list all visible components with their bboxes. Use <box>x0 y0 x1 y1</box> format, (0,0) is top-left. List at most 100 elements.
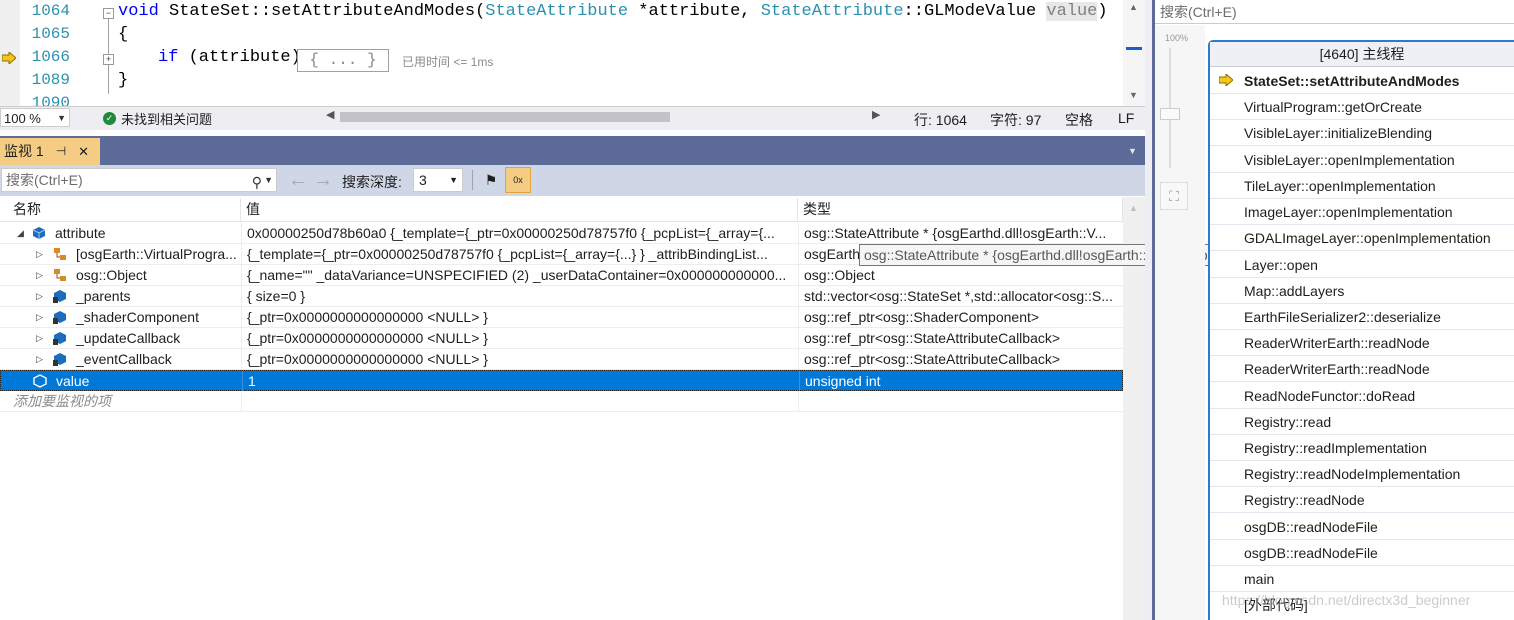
zoom-dropdown[interactable]: 100 % ▼ <box>0 108 70 127</box>
line-indicator[interactable]: 行: 1064 <box>914 110 967 130</box>
protected-field-icon <box>53 332 66 345</box>
pin-icon[interactable]: ⊣ <box>56 138 66 165</box>
stack-frame[interactable]: Registry::readNodeImplementation <box>1210 461 1514 487</box>
stack-frame[interactable]: Registry::read <box>1210 409 1514 435</box>
issues-text: 未找到相关问题 <box>121 112 213 127</box>
line-number: 1089 <box>31 71 70 89</box>
code-line-1089[interactable]: } <box>118 71 128 90</box>
watch-row[interactable]: ▷ _parents { size=0 } std::vector<osg::S… <box>0 286 1123 307</box>
expand-arrow-icon[interactable]: ▷ <box>36 349 43 369</box>
watch-row[interactable]: ▷ _shaderComponent {_ptr=0x0000000000000… <box>0 307 1123 328</box>
expand-toggle[interactable]: + <box>103 54 114 65</box>
tab-watch-1[interactable]: 监视 1 ⊣ ✕ <box>0 138 100 165</box>
stack-frame[interactable]: Registry::readNode <box>1210 487 1514 513</box>
tab-label: 监视 1 <box>4 143 44 159</box>
search-icon[interactable]: ⚲ <box>252 171 262 193</box>
scroll-right-icon[interactable]: ▶ <box>872 108 880 121</box>
scroll-up-icon[interactable]: ▲ <box>1129 203 1138 213</box>
line-number: 1065 <box>31 25 70 43</box>
scroll-position-marker <box>1126 47 1142 50</box>
callstack-search-input[interactable]: 搜索(Ctrl+E) <box>1155 0 1514 24</box>
line-number: 1090 <box>31 94 70 106</box>
watch-row[interactable]: ▷ _eventCallback {_ptr=0x000000000000000… <box>0 349 1123 370</box>
collapsed-block[interactable]: { ... } <box>297 49 389 72</box>
column-header-type[interactable]: 类型 <box>798 198 1123 221</box>
stack-frame[interactable]: ImageLayer::openImplementation <box>1210 199 1514 225</box>
eol-indicator[interactable]: LF <box>1118 110 1134 126</box>
issues-indicator[interactable]: ✓ 未找到相关问题 <box>103 109 212 128</box>
object-cube-icon <box>32 227 46 239</box>
stack-frame[interactable]: ReadNodeFunctor::doRead <box>1210 383 1514 409</box>
code-line-1065[interactable]: { <box>118 25 128 44</box>
scroll-up-icon[interactable]: ▲ <box>1129 2 1138 12</box>
stack-frame[interactable]: GDALImageLayer::openImplementation <box>1210 225 1514 251</box>
search-back-arrow-icon[interactable]: ← <box>288 169 308 192</box>
search-forward-arrow-icon[interactable]: → <box>313 169 333 192</box>
watch-row-selected[interactable]: value 1 unsigned int <box>0 370 1123 391</box>
spacing-indicator[interactable]: 空格 <box>1065 110 1093 130</box>
code-editor[interactable]: 1064 1065 1066 1089 1090 − + void StateS… <box>0 0 1145 106</box>
watch-row[interactable]: ▷ osg::Object {_name="" _dataVariance=UN… <box>0 265 1123 286</box>
watch-window-titlebar <box>0 136 1145 165</box>
chevron-down-icon: ▼ <box>449 175 458 185</box>
char-indicator[interactable]: 字符: 97 <box>990 110 1041 130</box>
hex-display-toggle-icon[interactable]: 0x <box>505 167 531 193</box>
watch-row[interactable]: ◢ attribute 0x00000250d78b60a0 {_templat… <box>0 223 1123 244</box>
base-class-icon <box>54 248 66 260</box>
scroll-left-icon[interactable]: ◀ <box>326 108 334 121</box>
stack-frame[interactable]: ReaderWriterEarth::readNode <box>1210 356 1514 382</box>
zoom-level-label: 100% <box>1165 33 1189 43</box>
stack-frame[interactable]: VirtualProgram::getOrCreate <box>1210 94 1514 120</box>
protected-field-icon <box>53 353 66 366</box>
expand-arrow-icon[interactable]: ▷ <box>36 265 43 285</box>
add-watch-row[interactable]: 添加要监视的项 <box>0 391 1123 412</box>
chevron-down-icon: ▼ <box>57 113 66 123</box>
current-statement-arrow-icon <box>2 52 16 64</box>
fit-to-window-icon[interactable]: ⛶ <box>1160 182 1188 210</box>
stack-frame[interactable]: VisibleLayer::initializeBlending <box>1210 120 1514 146</box>
stack-frame[interactable]: osgDB::readNodeFile <box>1210 514 1514 540</box>
collapse-toggle[interactable]: − <box>103 8 114 19</box>
local-variable-icon <box>33 374 47 388</box>
expand-arrow-icon[interactable]: ▷ <box>36 244 43 264</box>
stack-frame[interactable]: TileLayer::openImplementation <box>1210 173 1514 199</box>
watermark: https://blog.csdn.net/directx3d_beginner <box>1222 592 1471 608</box>
watch-row[interactable]: ▷ _updateCallback {_ptr=0x00000000000000… <box>0 328 1123 349</box>
chevron-down-icon[interactable]: ▼ <box>264 169 273 191</box>
stack-frame-current[interactable]: StateSet::setAttributeAndModes <box>1210 68 1514 94</box>
stack-frame[interactable]: Map::addLayers <box>1210 278 1514 304</box>
collapse-arrow-icon[interactable]: ◢ <box>17 223 24 243</box>
editor-vertical-scrollbar[interactable]: ▲ ▼ <box>1123 0 1145 106</box>
horizontal-scrollbar-thumb[interactable] <box>340 112 670 122</box>
column-header-value[interactable]: 值 <box>241 198 798 221</box>
stack-frame[interactable]: Registry::readImplementation <box>1210 435 1514 461</box>
thread-header[interactable]: [4640] 主线程 <box>1210 42 1514 67</box>
toolbar-separator <box>472 170 473 190</box>
header-divider <box>0 221 1123 222</box>
code-line-1066[interactable]: if (attribute) <box>158 48 301 67</box>
stack-frame[interactable]: EarthFileSerializer2::deserialize <box>1210 304 1514 330</box>
line-number: 1066 <box>31 48 70 66</box>
code-line-1064[interactable]: void StateSet::setAttributeAndModes(Stat… <box>118 2 1108 21</box>
stack-frame[interactable]: osgDB::readNodeFile <box>1210 540 1514 566</box>
protected-field-icon <box>53 311 66 324</box>
stack-frame[interactable]: VisibleLayer::openImplementation <box>1210 147 1514 173</box>
close-icon[interactable]: ✕ <box>78 138 89 165</box>
stack-frame[interactable]: Layer::open <box>1210 252 1514 278</box>
search-depth-dropdown[interactable]: 3 ▼ <box>413 168 463 192</box>
expand-arrow-icon[interactable]: ▷ <box>36 307 43 327</box>
line-number: 1064 <box>31 2 70 20</box>
filter-pin-icon[interactable]: ⚑ <box>480 168 502 192</box>
stack-frame[interactable]: main <box>1210 566 1514 592</box>
pane-splitter[interactable] <box>1145 0 1155 620</box>
watch-search-input[interactable]: 搜索(Ctrl+E) ⚲ ▼ <box>1 168 277 192</box>
expand-arrow-icon[interactable]: ▷ <box>36 328 43 348</box>
window-menu-chevron-icon[interactable]: ▼ <box>1128 146 1137 156</box>
column-header-name[interactable]: 名称 <box>0 198 241 221</box>
expand-arrow-icon[interactable]: ▷ <box>36 286 43 306</box>
stack-frame[interactable]: ReaderWriterEarth::readNode <box>1210 330 1514 356</box>
zoom-slider-thumb[interactable] <box>1160 108 1180 120</box>
check-circle-icon: ✓ <box>103 112 116 125</box>
scroll-down-icon[interactable]: ▼ <box>1129 90 1138 100</box>
protected-field-icon <box>53 290 66 303</box>
